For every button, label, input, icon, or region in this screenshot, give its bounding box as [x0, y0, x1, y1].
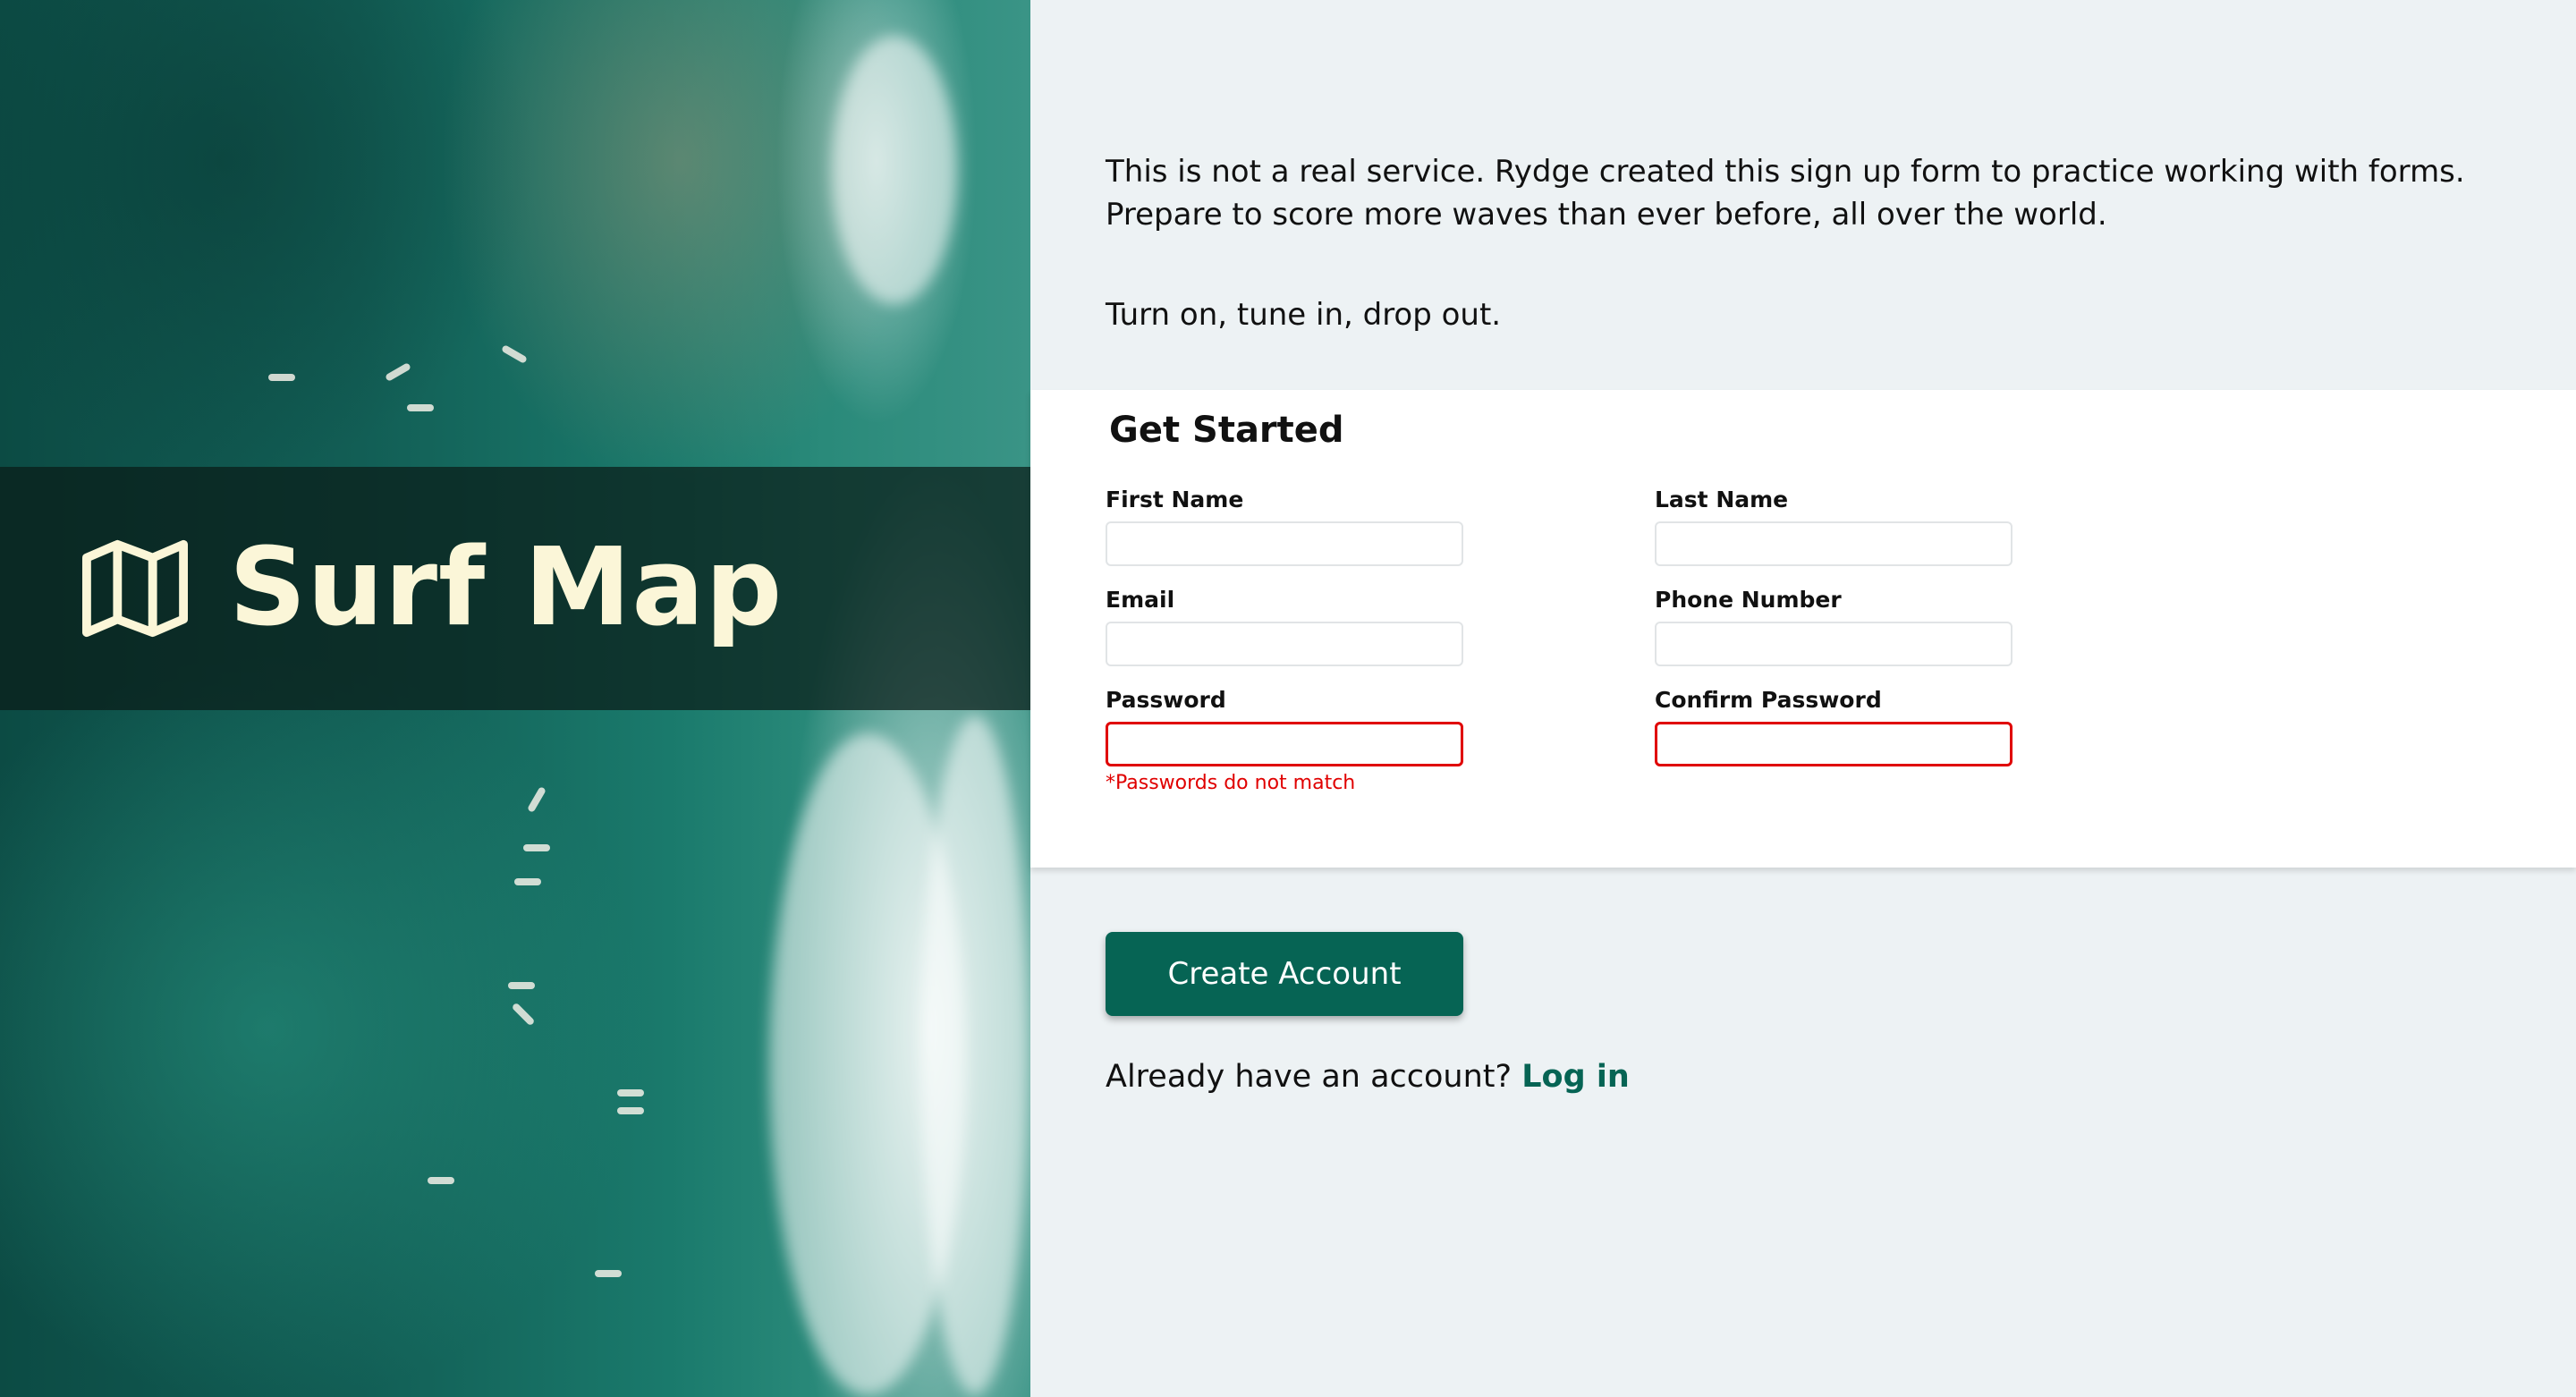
- form-title: Get Started: [1109, 410, 1344, 451]
- signup-page: Surf Map This is not a real service. Ryd…: [0, 0, 2576, 1397]
- last-name-label: Last Name: [1655, 487, 1789, 512]
- create-account-button[interactable]: Create Account: [1106, 932, 1463, 1016]
- login-prompt-line: Already have an account? Log in: [1106, 1059, 1630, 1095]
- hero-surf-image: Surf Map: [0, 0, 1030, 1397]
- surfer: [523, 844, 550, 851]
- password-input[interactable]: [1106, 722, 1463, 766]
- map-icon: [82, 539, 188, 638]
- surfer: [617, 1089, 644, 1096]
- signup-content: This is not a real service. Rydge create…: [1030, 0, 2576, 1397]
- motto: Turn on, tune in, drop out.: [1106, 297, 1502, 333]
- wave-foam: [832, 36, 957, 304]
- brand-title: Surf Map: [229, 526, 784, 650]
- email-input[interactable]: [1106, 622, 1463, 666]
- wave-foam: [921, 715, 1029, 1395]
- password-label: Password: [1106, 687, 1226, 713]
- surfer: [407, 404, 434, 411]
- brand-banner: Surf Map: [0, 467, 1030, 710]
- surfer: [527, 786, 547, 813]
- signup-form: Get Started First Name Last Name Email P…: [1030, 390, 2576, 868]
- phone-input[interactable]: [1655, 622, 2012, 666]
- surfer: [268, 374, 295, 381]
- email-label: Email: [1106, 587, 1175, 613]
- confirm-password-label: Confirm Password: [1655, 687, 1882, 713]
- phone-label: Phone Number: [1655, 587, 1842, 613]
- surfer: [511, 1002, 536, 1027]
- surfer: [617, 1107, 644, 1114]
- login-prompt: Already have an account?: [1106, 1059, 1513, 1095]
- intro-text: This is not a real service. Rydge create…: [1106, 150, 2537, 336]
- confirm-password-group: Confirm Password: [1655, 687, 2012, 766]
- surfer: [514, 878, 541, 885]
- first-name-input[interactable]: [1106, 521, 1463, 566]
- last-name-group: Last Name: [1655, 487, 2012, 566]
- surfer: [428, 1177, 454, 1184]
- login-link[interactable]: Log in: [1521, 1059, 1630, 1095]
- surfer: [595, 1270, 622, 1277]
- surfer: [508, 982, 535, 989]
- confirm-password-input[interactable]: [1655, 722, 2012, 766]
- surfer: [385, 362, 411, 382]
- intro-line-2: Prepare to score more waves than ever be…: [1106, 197, 2107, 233]
- intro-line-1: This is not a real service. Rydge create…: [1106, 154, 2465, 190]
- phone-group: Phone Number: [1655, 587, 2012, 666]
- last-name-input[interactable]: [1655, 521, 2012, 566]
- first-name-label: First Name: [1106, 487, 1244, 512]
- password-group: Password *Passwords do not match: [1106, 687, 1463, 794]
- first-name-group: First Name: [1106, 487, 1463, 566]
- email-group: Email: [1106, 587, 1463, 666]
- surfer: [501, 344, 528, 364]
- password-error: *Passwords do not match: [1106, 772, 1356, 794]
